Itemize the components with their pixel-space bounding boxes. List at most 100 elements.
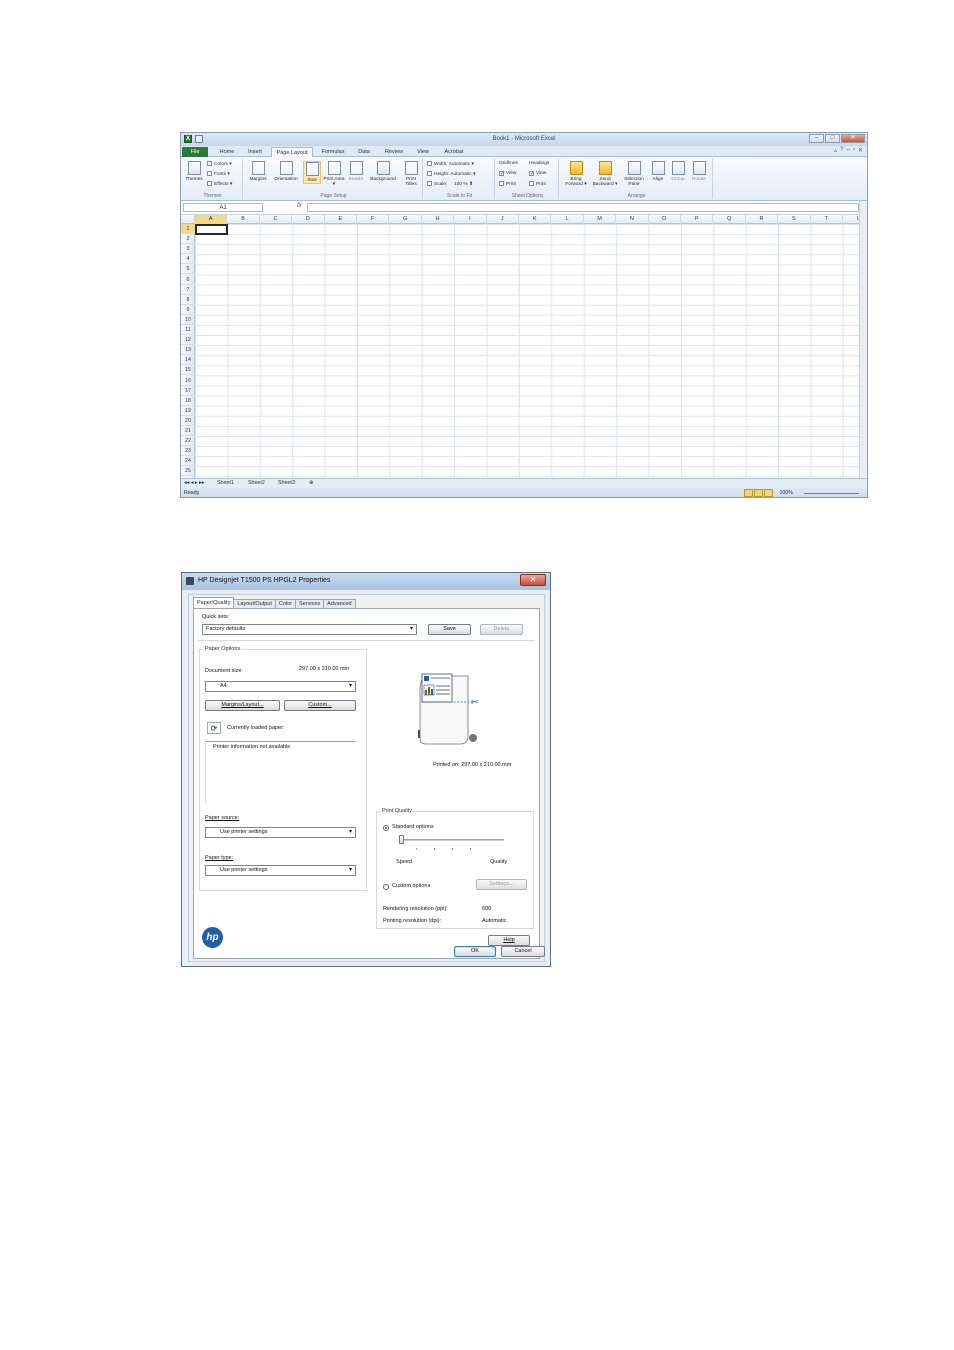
column-header[interactable]: J xyxy=(487,215,519,224)
rotate-button[interactable]: Rotate xyxy=(689,161,709,182)
window-min-icon[interactable]: – xyxy=(846,147,849,154)
print-titles-button[interactable]: Print Titles xyxy=(401,161,421,187)
tab-services[interactable]: Services xyxy=(295,599,325,608)
column-header[interactable]: C xyxy=(260,215,293,224)
gridlines-print-checkbox[interactable]: Print xyxy=(499,181,516,188)
sheet-nav-arrows[interactable]: ◂◂ ◂ ▸ ▸▸ xyxy=(184,479,204,488)
column-header[interactable]: T xyxy=(811,215,843,224)
help-icon[interactable]: ? xyxy=(840,147,843,154)
tab-view[interactable]: View xyxy=(412,147,434,157)
standard-options-radio[interactable] xyxy=(383,825,389,831)
row-header[interactable]: 23 xyxy=(181,446,195,457)
tab-paper-quality[interactable]: Paper/Quality xyxy=(193,597,235,608)
row-header[interactable]: 11 xyxy=(181,325,195,336)
name-box[interactable]: A1 xyxy=(183,203,263,212)
headings-print-checkbox[interactable]: Print xyxy=(529,181,546,188)
column-header[interactable]: I xyxy=(454,215,487,224)
row-header[interactable]: 19 xyxy=(181,406,195,416)
row-header[interactable]: 14 xyxy=(181,355,195,366)
tab-formulas[interactable]: Formulas xyxy=(318,147,348,157)
zoom-slider[interactable] xyxy=(804,493,859,494)
delete-button[interactable]: Delete xyxy=(480,624,523,635)
row-header[interactable]: 3 xyxy=(181,244,195,255)
column-header[interactable]: A xyxy=(195,215,228,224)
row-header[interactable]: 15 xyxy=(181,365,195,376)
margins-button[interactable]: Margins xyxy=(247,161,269,182)
column-header[interactable]: D xyxy=(292,215,325,224)
window-restore-icon[interactable]: ▫ xyxy=(853,147,855,154)
column-header[interactable]: P xyxy=(681,215,714,224)
row-header[interactable]: 8 xyxy=(181,295,195,305)
dialog-close-button[interactable]: ✕ xyxy=(520,574,546,586)
align-button[interactable]: Align xyxy=(649,161,667,182)
column-header[interactable]: K xyxy=(519,215,552,224)
column-header[interactable]: L xyxy=(551,215,584,224)
row-header[interactable]: 2 xyxy=(181,234,195,245)
paper-source-dropdown[interactable]: Use printer settings xyxy=(205,827,356,838)
worksheet-grid[interactable]: ABCDEFGHIJKLMNOPQRSTU 123456789101112131… xyxy=(181,215,859,478)
cell-area[interactable] xyxy=(195,224,859,478)
settings-button[interactable]: Settings... xyxy=(476,879,527,890)
active-cell[interactable] xyxy=(195,224,228,235)
gridlines-view-checkbox[interactable]: View xyxy=(499,171,516,177)
tab-page-layout[interactable]: Page Layout xyxy=(271,147,313,157)
column-header[interactable]: Q xyxy=(713,215,746,224)
ok-button[interactable]: OK xyxy=(454,946,496,957)
headings-view-checkbox[interactable]: View xyxy=(529,171,546,177)
row-header[interactable]: 18 xyxy=(181,396,195,406)
tab-color[interactable]: Color xyxy=(274,599,297,608)
size-button[interactable]: Size xyxy=(303,161,321,184)
height-control[interactable]: Height: Automatic ▾ xyxy=(427,171,475,178)
row-header[interactable]: 21 xyxy=(181,426,195,437)
column-header[interactable]: E xyxy=(325,215,357,224)
custom-options-radio[interactable] xyxy=(383,884,389,890)
row-header[interactable]: 1 xyxy=(181,224,195,235)
colors-button[interactable]: Colors ▾ xyxy=(207,161,232,168)
quality-slider-track[interactable] xyxy=(399,839,504,841)
normal-view-icon[interactable] xyxy=(744,489,753,497)
group-button[interactable]: Group xyxy=(669,161,687,182)
save-button[interactable]: Save xyxy=(428,624,471,635)
window-close-icon[interactable]: ✕ xyxy=(858,147,863,154)
tab-acrobat[interactable]: Acrobat xyxy=(439,147,469,157)
tab-review[interactable]: Review xyxy=(381,147,407,157)
refresh-icon[interactable]: ⟳ xyxy=(207,722,221,734)
row-header[interactable]: 16 xyxy=(181,376,195,386)
tab-data[interactable]: Data xyxy=(353,147,375,157)
custom-size-button[interactable]: Custom... xyxy=(284,700,356,711)
row-header[interactable]: 7 xyxy=(181,285,195,295)
tab-home[interactable]: Home xyxy=(215,147,239,157)
sheet-tab-3[interactable]: Sheet3 xyxy=(278,479,295,488)
effects-button[interactable]: Effects ▾ xyxy=(207,181,232,188)
breaks-button[interactable]: Breaks xyxy=(347,161,365,182)
column-header[interactable]: U xyxy=(843,215,859,224)
orientation-button[interactable]: Orientation xyxy=(271,161,301,182)
fonts-button[interactable]: Fonts ▾ xyxy=(207,171,230,178)
send-backward-button[interactable]: Send Backward ▾ xyxy=(591,161,619,187)
column-header[interactable]: N xyxy=(616,215,649,224)
row-header[interactable]: 12 xyxy=(181,335,195,346)
maximize-button[interactable]: □ xyxy=(825,134,840,143)
selection-pane-button[interactable]: Selection Pane xyxy=(621,161,647,187)
column-header[interactable]: H xyxy=(422,215,455,224)
sheet-tab-1[interactable]: Sheet1 xyxy=(217,479,234,488)
page-layout-view-icon[interactable] xyxy=(754,489,763,497)
row-header[interactable]: 4 xyxy=(181,254,195,265)
document-size-dropdown[interactable]: A4 xyxy=(205,681,356,692)
row-header[interactable]: 20 xyxy=(181,416,195,426)
row-header[interactable]: 24 xyxy=(181,456,195,467)
row-header[interactable]: 6 xyxy=(181,275,195,285)
sheet-tab-2[interactable]: Sheet2 xyxy=(248,479,265,488)
column-header[interactable]: G xyxy=(389,215,422,224)
row-header[interactable]: 17 xyxy=(181,386,195,396)
zoom-level[interactable]: 100% xyxy=(779,490,793,496)
column-header[interactable]: R xyxy=(746,215,779,224)
tab-advanced[interactable]: Advanced xyxy=(323,599,356,608)
background-button[interactable]: Background xyxy=(367,161,399,182)
select-all-corner[interactable] xyxy=(181,215,195,224)
column-header[interactable]: M xyxy=(584,215,617,224)
themes-button[interactable]: Themes xyxy=(185,161,203,182)
page-break-view-icon[interactable] xyxy=(764,489,773,497)
row-header[interactable]: 9 xyxy=(181,305,195,315)
row-header[interactable]: 25 xyxy=(181,466,195,477)
